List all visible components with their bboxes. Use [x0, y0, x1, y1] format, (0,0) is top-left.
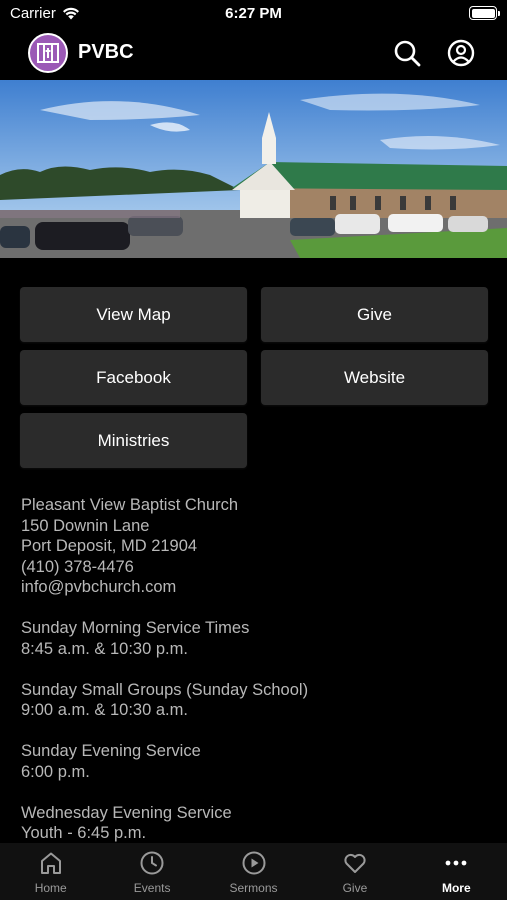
evening-title: Sunday Evening Service: [21, 742, 201, 760]
more-icon: [445, 860, 467, 866]
church-name: Pleasant View Baptist Church: [21, 496, 239, 514]
phone[interactable]: (410) 378-4476: [21, 557, 491, 578]
tab-label: Sermons: [229, 881, 278, 895]
tab-label: Events: [133, 881, 171, 895]
facebook-button[interactable]: Facebook: [20, 350, 247, 405]
email[interactable]: info@pvbchurch.com: [21, 577, 491, 598]
home-icon: [40, 852, 61, 874]
tab-more[interactable]: More: [406, 843, 507, 900]
website-button[interactable]: Website: [261, 350, 488, 405]
play-circle-icon: [242, 851, 266, 875]
evening-time: 6:00 p.m.: [21, 762, 90, 781]
status-time: 6:27 PM: [225, 5, 282, 22]
wednesday-youth: Youth - 6:45 p.m.: [21, 824, 147, 842]
evening-service-block: Sunday Evening Service 6:00 p.m.: [21, 741, 491, 782]
tab-bar: Home Events Sermons Give More: [0, 843, 507, 900]
church-photo: [0, 80, 507, 258]
wednesday-service-block: Wednesday Evening Service Youth - 6:45 p…: [21, 803, 491, 844]
address-line1: 150 Downin Lane: [21, 516, 150, 535]
morning-service-block: Sunday Morning Service Times 8:45 a.m. &…: [21, 618, 491, 659]
small-groups-times: 9:00 a.m. & 10:30 a.m.: [21, 701, 188, 719]
church-logo[interactable]: [28, 33, 68, 73]
small-groups-block: Sunday Small Groups (Sunday School) 9:00…: [21, 680, 491, 721]
morning-title: Sunday Morning Service Times: [21, 619, 250, 637]
view-map-button[interactable]: View Map: [20, 287, 247, 342]
clock-icon: [140, 851, 164, 875]
tab-label: More: [441, 881, 471, 895]
morning-times: 8:45 a.m. & 10:30 p.m.: [21, 639, 188, 658]
tab-home[interactable]: Home: [0, 843, 101, 900]
church-logo-icon: [37, 43, 59, 63]
church-info: Pleasant View Baptist Church 150 Downin …: [21, 495, 491, 864]
address-line2: Port Deposit, MD 21904: [21, 537, 198, 555]
tab-sermons[interactable]: Sermons: [203, 843, 304, 900]
tab-label: Home: [34, 881, 67, 895]
tab-give[interactable]: Give: [304, 843, 405, 900]
small-groups-title: Sunday Small Groups (Sunday School): [21, 680, 309, 699]
heart-icon: [344, 853, 366, 873]
status-bar: Carrier 6:27 PM: [0, 0, 507, 28]
contact-block: Pleasant View Baptist Church 150 Downin …: [21, 495, 491, 598]
tab-events[interactable]: Events: [101, 843, 202, 900]
tab-label: Give: [342, 881, 368, 895]
search-icon[interactable]: [392, 38, 422, 68]
battery-icon: [469, 6, 500, 20]
give-button[interactable]: Give: [261, 287, 488, 342]
app-header: PVBC: [0, 30, 507, 76]
wednesday-title: Wednesday Evening Service: [21, 803, 232, 822]
app-title: PVBC: [78, 41, 134, 63]
ministries-button[interactable]: Ministries: [20, 413, 247, 468]
account-icon[interactable]: [446, 38, 476, 68]
